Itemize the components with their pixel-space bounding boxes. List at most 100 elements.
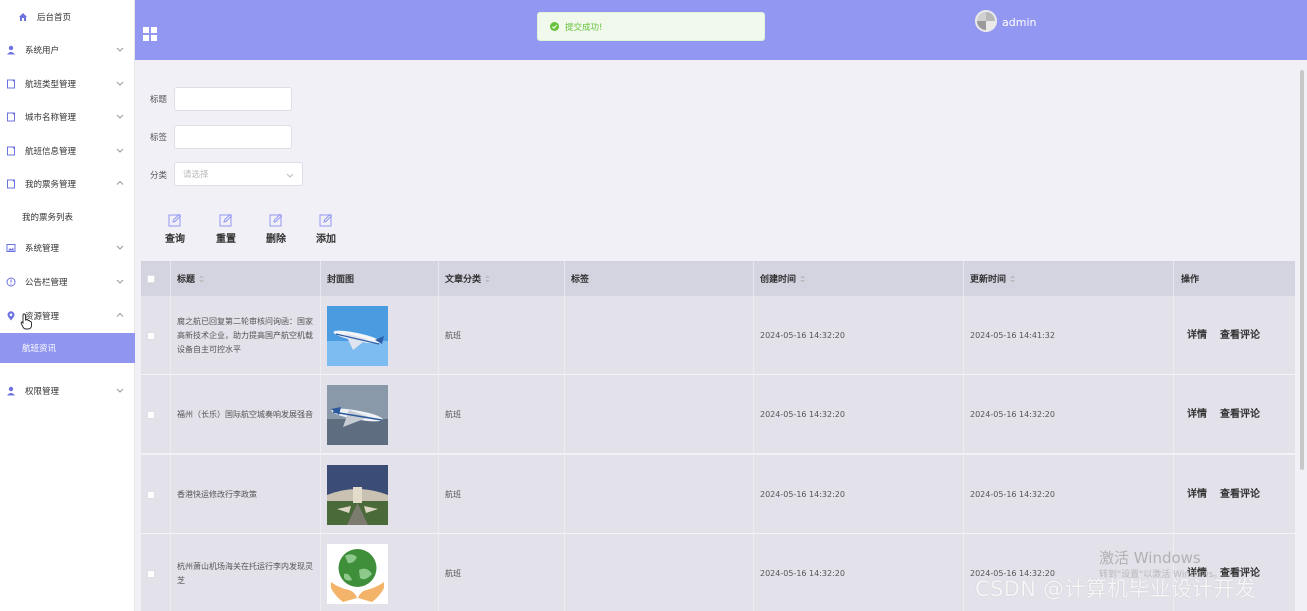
sidebar-item-label: 公告栏管理 (25, 277, 68, 288)
edit-icon (168, 213, 182, 227)
sort-icon[interactable] (799, 274, 806, 284)
windows-activation-watermark: 激活 Windows (1099, 549, 1201, 567)
table-row: 香港快运修改行李政策 航班 2024-05-16 14:32:20 2024-0… (141, 455, 1295, 534)
cover-airplane-sky-image (327, 305, 388, 366)
sidebar-item-label: 航班类型管理 (25, 79, 77, 90)
row-title: 杭州萧山机场海关在托运行李内发现灵芝 (171, 534, 321, 611)
view-comments-button[interactable]: 查看评论 (1220, 329, 1260, 343)
detail-button[interactable]: 详情 (1187, 488, 1207, 502)
user-icon (6, 386, 16, 396)
table-header: 标题 封面图 文章分类 标签 创建时间 更新时间 操作 (141, 261, 1295, 296)
row-title: 腐之航已回复第二轮审核问询函：国家高新技术企业，助力提高国产航空机载设备自主可控… (171, 296, 321, 375)
home-icon (18, 12, 28, 22)
column-header-category[interactable]: 文章分类 (439, 261, 565, 296)
add-button[interactable]: 添加 (311, 213, 341, 245)
success-check-icon (550, 22, 559, 31)
query-button[interactable]: 查询 (160, 213, 190, 245)
sort-icon[interactable] (484, 274, 491, 284)
top-header: 提交成功! admin (135, 0, 1307, 60)
category-label: 分类 (150, 171, 168, 181)
sidebar-item-label: 航班信息管理 (25, 146, 77, 157)
view-comments-button[interactable]: 查看评论 (1220, 488, 1260, 502)
edit-icon (219, 213, 233, 227)
sort-icon[interactable] (1009, 274, 1016, 284)
sidebar-item-my-tickets[interactable]: 我的票务管理 (0, 167, 135, 200)
edit-icon (319, 213, 333, 227)
user-icon (6, 45, 16, 55)
column-header-cover: 封面图 (321, 261, 439, 296)
column-header-created[interactable]: 创建时间 (754, 261, 964, 296)
delete-label: 删除 (266, 234, 286, 245)
chevron-down-icon (116, 114, 124, 119)
sidebar-item-system-users[interactable]: 系统用户 (0, 33, 135, 66)
row-created: 2024-05-16 14:32:20 (754, 296, 964, 375)
title-input[interactable] (174, 87, 292, 111)
row-category: 航班 (439, 296, 565, 375)
chevron-down-icon (116, 245, 124, 250)
chevron-down-icon (116, 148, 124, 153)
header-select-all (141, 261, 171, 296)
table-row: 腐之航已回复第二轮审核问询函：国家高新技术企业，助力提高国产航空机载设备自主可控… (141, 296, 1295, 375)
detail-button[interactable]: 详情 (1187, 329, 1207, 343)
column-header-tag: 标签 (565, 261, 754, 296)
row-checkbox[interactable] (147, 331, 155, 340)
sidebar-subitem-ticket-list[interactable]: 我的票务列表 (0, 202, 135, 232)
row-category: 航班 (439, 534, 565, 611)
category-select[interactable]: 请选择 (174, 162, 303, 186)
row-tag (565, 534, 754, 611)
row-category: 航班 (439, 455, 565, 534)
doc-icon (6, 146, 16, 156)
query-label: 查询 (165, 234, 185, 245)
sidebar-item-label: 航班资讯 (22, 344, 57, 354)
sidebar-item-flight-info[interactable]: 航班信息管理 (0, 134, 135, 167)
row-checkbox[interactable] (147, 490, 155, 499)
title-label: 标题 (150, 95, 168, 105)
doc-icon (6, 179, 16, 189)
menu-grid-icon[interactable] (143, 27, 157, 41)
row-checkbox[interactable] (147, 410, 155, 419)
sidebar-subitem-flight-news[interactable]: 航班资讯 (0, 333, 135, 363)
table-row: 福州（长乐）国际航空城奏响发展强音 航班 2024-05-16 14:32:20… (141, 375, 1295, 454)
view-comments-button[interactable]: 查看评论 (1220, 408, 1260, 422)
sidebar-item-home[interactable]: 后台首页 (0, 0, 135, 33)
sidebar-item-label: 系统管理 (25, 243, 60, 254)
chevron-up-icon (116, 180, 124, 185)
sidebar-item-permissions[interactable]: 权限管理 (0, 374, 135, 407)
sidebar-item-notice-board[interactable]: 公告栏管理 (0, 265, 135, 298)
avatar-image-icon (975, 10, 997, 32)
column-header-updated[interactable]: 更新时间 (964, 261, 1174, 296)
doc-icon (6, 112, 16, 122)
chevron-down-icon (116, 388, 124, 393)
sidebar-item-label: 我的票务管理 (25, 179, 77, 190)
row-title: 福州（长乐）国际航空城奏响发展强音 (171, 375, 321, 454)
info-icon (6, 277, 16, 287)
select-all-checkbox[interactable] (147, 274, 155, 283)
sidebar-item-city-names[interactable]: 城市名称管理 (0, 100, 135, 133)
cover-airport-terminal-image (327, 464, 388, 525)
username[interactable]: admin (1002, 16, 1036, 29)
detail-button[interactable]: 详情 (1187, 408, 1207, 422)
sidebar-item-system-management[interactable]: 系统管理 (0, 231, 135, 264)
row-checkbox[interactable] (147, 569, 155, 578)
hand-cursor-icon (20, 313, 32, 330)
location-icon (6, 310, 16, 321)
reset-button[interactable]: 重置 (211, 213, 241, 245)
toast-message: 提交成功! (565, 22, 603, 33)
tag-input[interactable] (174, 125, 292, 149)
doc-icon (6, 79, 16, 89)
cover-globe-hands-image (327, 543, 388, 604)
sort-icon[interactable] (198, 274, 205, 284)
sidebar-item-label: 后台首页 (37, 12, 72, 23)
edit-icon (269, 213, 283, 227)
row-tag (565, 375, 754, 454)
sidebar-item-flight-types[interactable]: 航班类型管理 (0, 67, 135, 100)
chevron-up-icon (116, 312, 124, 317)
avatar[interactable] (975, 10, 997, 32)
cover-airplane-cloud-image (327, 384, 388, 445)
column-header-title[interactable]: 标题 (171, 261, 321, 296)
chevron-down-icon (286, 173, 294, 178)
csdn-watermark: CSDN @计算机毕业设计开发 (975, 577, 1257, 601)
delete-button[interactable]: 删除 (261, 213, 291, 245)
page-scrollbar[interactable] (1300, 70, 1304, 470)
add-label: 添加 (316, 234, 336, 245)
